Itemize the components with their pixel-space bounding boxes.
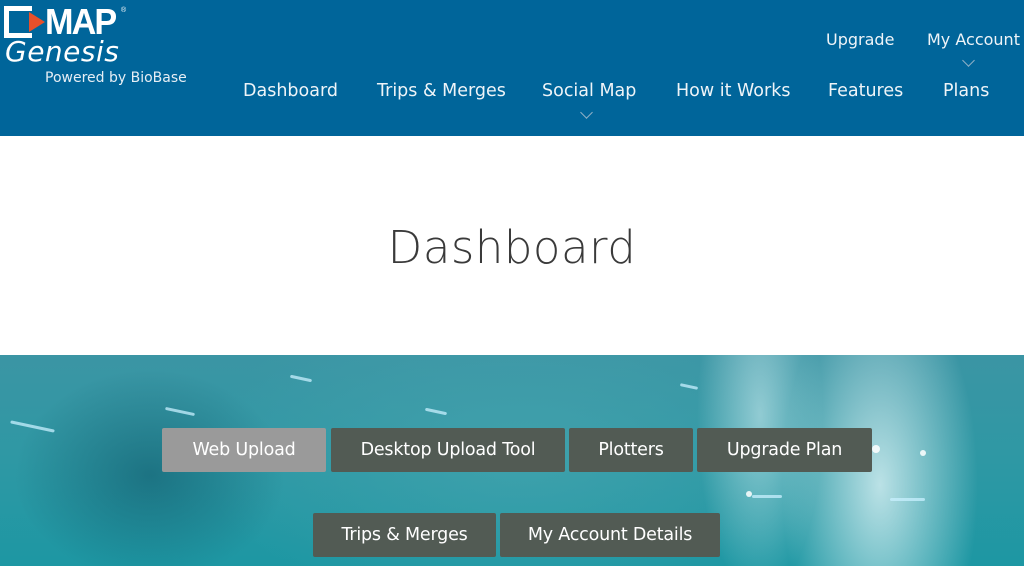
- trips-merges-button[interactable]: Trips & Merges: [313, 513, 496, 557]
- nav-social-map[interactable]: Social Map: [542, 80, 636, 102]
- light-glint: [752, 495, 782, 498]
- logo-c-shape: [4, 6, 32, 38]
- hero-background: Web Upload Desktop Upload Tool Plotters …: [0, 355, 1024, 566]
- light-particle: [920, 450, 926, 456]
- top-link-my-account[interactable]: My Account: [927, 30, 1020, 50]
- light-glint: [679, 383, 699, 390]
- plotters-button[interactable]: Plotters: [569, 428, 693, 472]
- web-upload-button[interactable]: Web Upload: [162, 428, 326, 472]
- logo-arrow-icon: [29, 12, 45, 32]
- light-particle: [746, 491, 752, 497]
- light-glint: [165, 406, 195, 417]
- social-map-chevron-down-icon[interactable]: [580, 106, 593, 119]
- nav-trips-merges[interactable]: Trips & Merges: [377, 80, 506, 102]
- my-account-details-button[interactable]: My Account Details: [500, 513, 720, 557]
- light-glint: [424, 407, 448, 416]
- nav-how-it-works[interactable]: How it Works: [676, 80, 790, 102]
- nav-dashboard[interactable]: Dashboard: [243, 80, 338, 102]
- top-link-upgrade[interactable]: Upgrade: [826, 30, 894, 50]
- cmap-genesis-logo[interactable]: MAP ® Genesis Powered by BioBase: [4, 4, 194, 86]
- desktop-upload-tool-button[interactable]: Desktop Upload Tool: [331, 428, 565, 472]
- nav-features[interactable]: Features: [828, 80, 903, 102]
- upgrade-plan-button[interactable]: Upgrade Plan: [697, 428, 872, 472]
- light-glint: [10, 420, 55, 433]
- light-glint: [890, 498, 925, 501]
- logo-tagline: Powered by BioBase: [45, 70, 187, 86]
- site-header: MAP ® Genesis Powered by BioBase Upgrade…: [0, 0, 1024, 136]
- logo-genesis-text: Genesis: [5, 35, 120, 68]
- page-title: Dashboard: [387, 221, 637, 274]
- light-glint: [289, 374, 313, 383]
- registered-mark: ®: [121, 7, 127, 14]
- my-account-chevron-down-icon[interactable]: [962, 54, 975, 67]
- nav-plans[interactable]: Plans: [943, 80, 989, 102]
- light-particle: [872, 445, 880, 453]
